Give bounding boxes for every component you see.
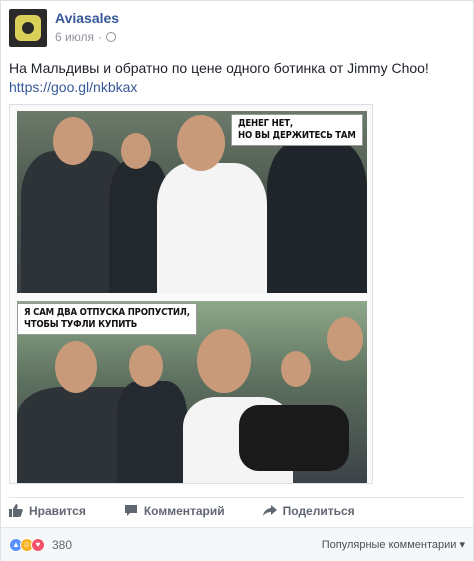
post-image[interactable]: ДЕНЕГ НЕТ, НО ВЫ ДЕРЖИТЕСЬ ТАМ Я САМ ДВА… [9,104,373,484]
post-link[interactable]: https://goo.gl/nkbkax [9,78,465,97]
person-left-head [53,117,93,165]
page-avatar[interactable] [9,9,47,47]
post-body: На Мальдивы и обратно по цене одного бот… [9,59,465,97]
share-label: Поделиться [282,503,355,518]
reactions-summary[interactable]: ▲ ☺ ♥ [9,537,45,552]
caption-top-line1: ДЕНЕГ НЕТ, [238,118,293,129]
aviasales-logo-icon [15,15,41,41]
post-date[interactable]: 6 июля [55,30,94,44]
meme-panel-top: ДЕНЕГ НЕТ, НО ВЫ ДЕРЖИТЕСЬ ТАМ [17,111,367,293]
person-back-head [121,133,151,169]
person-center-head [177,115,225,171]
post-header: Aviasales 6 июля · [9,9,119,49]
thumbs-up-icon [9,504,23,517]
camera-shape [239,405,349,471]
share-icon [262,505,277,516]
comment-button[interactable]: Комментарий [124,504,225,518]
post-meta: 6 июля · [55,30,119,44]
meme-panel-bottom: Я САМ ДВА ОТПУСКА ПРОПУСТИЛ, ЧТОБЫ ТУФЛИ… [17,301,367,483]
caption-bottom-line2: ЧТОБЫ ТУФЛИ КУПИТЬ [24,319,138,330]
page-name-link[interactable]: Aviasales [55,10,119,26]
share-button[interactable]: Поделиться [262,503,355,518]
caption-top-line2: НО ВЫ ДЕРЖИТЕСЬ ТАМ [238,130,356,141]
comment-icon [124,505,137,516]
love-reaction-icon: ♥ [31,537,45,552]
person-bc-head [197,329,251,393]
globe-icon [105,32,116,42]
person-right-suit [267,141,367,293]
separator-dot: · [97,30,102,44]
like-label: Нравится [29,503,86,518]
person-bm-head [129,345,163,387]
meme-caption-bottom: Я САМ ДВА ОТПУСКА ПРОПУСТИЛ, ЧТОБЫ ТУФЛИ… [17,303,197,335]
person-bl-head [55,341,97,393]
caption-bottom-line1: Я САМ ДВА ОТПУСКА ПРОПУСТИЛ, [24,307,190,318]
post-message: На Мальдивы и обратно по цене одного бот… [9,60,429,76]
action-bar: Нравится Комментарий Поделиться [9,497,465,523]
reactions-footer: ▲ ☺ ♥ 380 Популярные комментарии ▾ [1,527,473,561]
person-br1-head [281,351,311,387]
comment-sort-dropdown[interactable]: Популярные комментарии ▾ [322,538,465,551]
post-card: Aviasales 6 июля · На Мальдивы и обратно… [0,0,474,561]
person-center-shirt [157,163,267,293]
reaction-count[interactable]: 380 [52,538,72,552]
meme-caption-top: ДЕНЕГ НЕТ, НО ВЫ ДЕРЖИТЕСЬ ТАМ [231,114,363,146]
like-button[interactable]: Нравится [9,504,86,518]
person-bm-suit [117,381,187,483]
person-br2-head [327,317,363,361]
comment-label: Комментарий [143,503,225,518]
